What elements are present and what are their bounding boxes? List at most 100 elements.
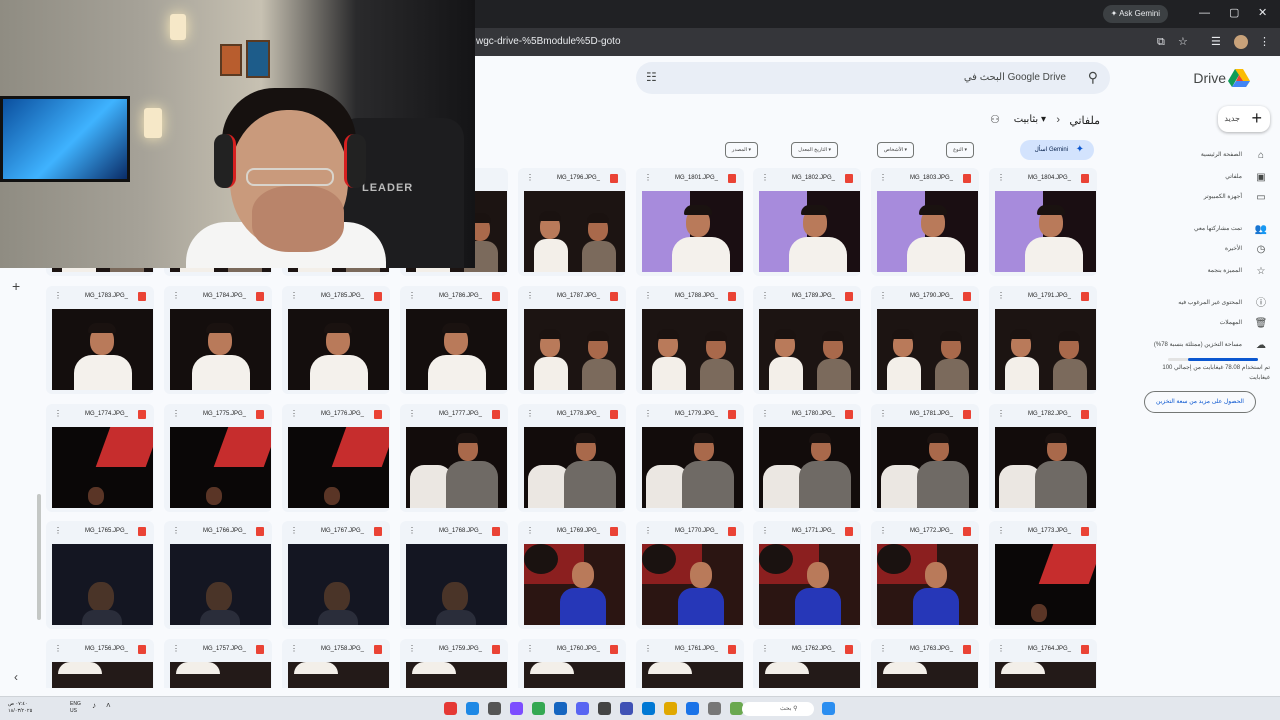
photo-thumbnail[interactable]: [759, 191, 860, 272]
filter-chip[interactable]: التاريخ المعدل ▾: [791, 142, 838, 158]
more-actions-icon[interactable]: ⋮: [879, 173, 887, 182]
photo-thumbnail[interactable]: [995, 191, 1096, 272]
app-icon[interactable]: [444, 702, 457, 715]
more-actions-icon[interactable]: ⋮: [879, 291, 887, 300]
more-actions-icon[interactable]: ⋮: [879, 409, 887, 418]
file-tile[interactable]: ⋮ MG_1781.JPG_: [871, 404, 979, 512]
discord-icon[interactable]: [576, 702, 589, 715]
photo-thumbnail[interactable]: [877, 427, 978, 508]
file-tile[interactable]: ⋮ MG_1770.JPG_: [636, 521, 744, 629]
file-tile[interactable]: ⋮ MG_1786.JPG_: [400, 286, 508, 394]
bookmark-star-icon[interactable]: ☆: [1178, 36, 1188, 48]
language-indicator[interactable]: ENG US: [70, 701, 81, 715]
share-people-icon[interactable]: ⚇: [990, 113, 1000, 126]
file-tile[interactable]: ⋮ MG_1759.JPG_: [400, 639, 508, 688]
photo-thumbnail[interactable]: [877, 309, 978, 390]
more-actions-icon[interactable]: ⋮: [172, 644, 180, 653]
more-actions-icon[interactable]: ⋮: [761, 291, 769, 300]
file-tile[interactable]: ⋮ MG_1768.JPG_: [400, 521, 508, 629]
file-tile[interactable]: ⋮ MG_1788.JPG_: [636, 286, 744, 394]
close-button[interactable]: ✕: [1258, 7, 1267, 19]
more-actions-icon[interactable]: ⋮: [54, 526, 62, 535]
more-actions-icon[interactable]: ⋮: [644, 291, 652, 300]
filter-chip[interactable]: المصدر ▾: [724, 142, 758, 158]
photo-thumbnail[interactable]: [406, 662, 507, 688]
photo-thumbnail[interactable]: [52, 427, 153, 508]
file-tile[interactable]: ⋮ MG_1758.JPG_: [282, 639, 390, 688]
file-tile[interactable]: ⋮ MG_1779.JPG_: [636, 404, 744, 512]
file-tile[interactable]: ⋮ MG_1774.JPG_: [46, 404, 154, 512]
more-actions-icon[interactable]: ⋮: [997, 291, 1005, 300]
photo-thumbnail[interactable]: [170, 309, 271, 390]
photo-thumbnail[interactable]: [759, 544, 860, 625]
photo-thumbnail[interactable]: [52, 662, 153, 688]
more-actions-icon[interactable]: ⋮: [997, 526, 1005, 535]
photo-thumbnail[interactable]: [406, 427, 507, 508]
file-tile[interactable]: ⋮ MG_1785.JPG_: [282, 286, 390, 394]
more-actions-icon[interactable]: ⋮: [526, 644, 534, 653]
more-actions-icon[interactable]: ⋮: [290, 526, 298, 535]
maximize-button[interactable]: ▢: [1229, 7, 1239, 19]
filter-chip[interactable]: الأشخاص ▾: [876, 142, 914, 158]
more-actions-icon[interactable]: ⋮: [290, 644, 298, 653]
sidebar-item-spam[interactable]: ⓘ المحتوى غير المرغوب فيه: [1120, 296, 1270, 312]
photo-thumbnail[interactable]: [877, 544, 978, 625]
filter-chip[interactable]: النوع ▾: [946, 142, 974, 158]
photo-thumbnail[interactable]: [52, 309, 153, 390]
file-tile[interactable]: ⋮ MG_1804.JPG_: [989, 168, 1097, 276]
file-explorer-icon[interactable]: [664, 702, 677, 715]
photo-thumbnail[interactable]: [406, 309, 507, 390]
taskbar-search[interactable]: بحث ⚲: [742, 702, 814, 716]
profile-avatar[interactable]: [1234, 35, 1248, 49]
minimize-button[interactable]: —: [1199, 7, 1210, 19]
file-tile[interactable]: ⋮ MG_1777.JPG_: [400, 404, 508, 512]
photo-thumbnail[interactable]: [288, 544, 389, 625]
ask-gemini-button[interactable]: ✦ Ask Gemini: [1102, 5, 1168, 23]
photo-thumbnail[interactable]: [995, 427, 1096, 508]
more-actions-icon[interactable]: ⋮: [997, 409, 1005, 418]
more-actions-icon[interactable]: ⋮: [644, 173, 652, 182]
more-actions-icon[interactable]: ⋮: [761, 173, 769, 182]
file-tile[interactable]: ⋮ MG_1760.JPG_: [518, 639, 626, 688]
photo-thumbnail[interactable]: [759, 309, 860, 390]
photo-thumbnail[interactable]: [52, 544, 153, 625]
drive-logo[interactable]: Drive: [1130, 66, 1260, 90]
sidebar-item-drive[interactable]: ▣ ملفاتي: [1120, 170, 1270, 186]
cast-icon[interactable]: ⧉: [1157, 36, 1165, 48]
more-actions-icon[interactable]: ⋮: [526, 173, 534, 182]
file-tile[interactable]: ⋮ MG_1789.JPG_: [753, 286, 861, 394]
photo-thumbnail[interactable]: [642, 309, 743, 390]
file-tile[interactable]: ⋮ MG_1784.JPG_: [164, 286, 272, 394]
app-icon[interactable]: [620, 702, 633, 715]
file-tile[interactable]: ⋮ MG_1764.JPG_: [989, 639, 1097, 688]
more-actions-icon[interactable]: ⋮: [761, 409, 769, 418]
file-tile[interactable]: ⋮ MG_1780.JPG_: [753, 404, 861, 512]
file-tile[interactable]: ⋮ MG_1791.JPG_: [989, 286, 1097, 394]
search-input[interactable]: البحث في Google Drive: [964, 72, 1066, 83]
photo-thumbnail[interactable]: [288, 662, 389, 688]
photo-thumbnail[interactable]: [642, 544, 743, 625]
photo-thumbnail[interactable]: [759, 427, 860, 508]
more-actions-icon[interactable]: ⋮: [408, 644, 416, 653]
new-button[interactable]: + جديد: [1218, 106, 1270, 132]
more-actions-icon[interactable]: ⋮: [408, 409, 416, 418]
url-text[interactable]: wgc-drive-%5Bmodule%5D-goto: [476, 36, 621, 47]
app-icon[interactable]: [466, 702, 479, 715]
photo-thumbnail[interactable]: [524, 309, 625, 390]
tray-chevron-icon[interactable]: ˄: [106, 701, 111, 710]
more-actions-icon[interactable]: ⋮: [408, 291, 416, 300]
more-actions-icon[interactable]: ⋮: [54, 409, 62, 418]
search-icon[interactable]: ⚲: [1088, 69, 1098, 86]
file-tile[interactable]: ⋮ MG_1796.JPG_: [518, 168, 626, 276]
photo-thumbnail[interactable]: [759, 662, 860, 688]
file-tile[interactable]: ⋮ MG_1776.JPG_: [282, 404, 390, 512]
photo-thumbnail[interactable]: [877, 191, 978, 272]
app-icon[interactable]: [510, 702, 523, 715]
more-actions-icon[interactable]: ⋮: [526, 409, 534, 418]
edge-icon[interactable]: [642, 702, 655, 715]
photo-thumbnail[interactable]: [524, 191, 625, 272]
file-tile[interactable]: ⋮ MG_1757.JPG_: [164, 639, 272, 688]
ask-gemini-chip[interactable]: ✦ اسأل Gemini: [1020, 140, 1094, 160]
app-icon[interactable]: [708, 702, 721, 715]
scrollbar-thumb[interactable]: [37, 494, 41, 620]
